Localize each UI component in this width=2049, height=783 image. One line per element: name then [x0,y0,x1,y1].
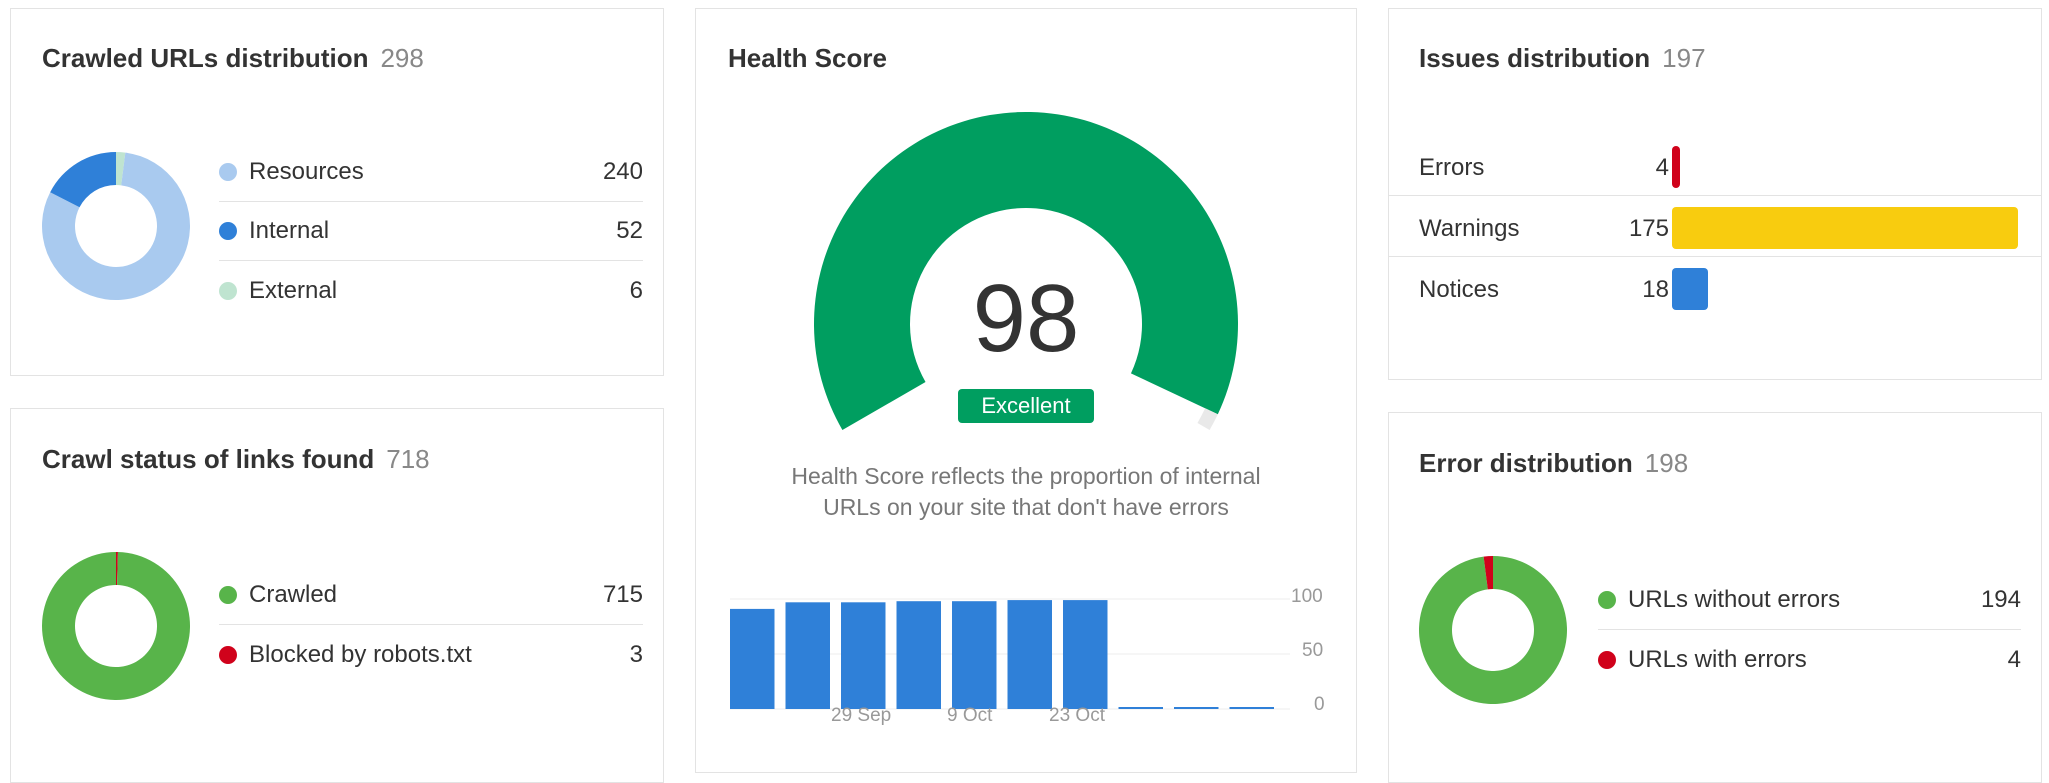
legend-value-internal: 52 [616,217,643,244]
issue-label-errors: Errors [1419,154,1485,181]
health-history-chart[interactable] [730,581,1296,711]
crawl-status-title: Crawl status of links found 718 [42,444,430,475]
y-tick-0: 0 [1314,694,1325,715]
legend-label-with-errors: URLs with errors [1628,645,1807,673]
crawled-urls-title: Crawled URLs distribution 298 [42,43,424,74]
issue-value-errors: 4 [1655,154,1669,181]
legend-value-external: 6 [629,276,643,304]
crawled-urls-card: Crawled URLs distribution 298 Resources 2… [10,8,664,376]
issues-title: Issues distribution 197 [1419,43,1706,74]
warnings-bar[interactable] [1672,207,2018,249]
crawl-status-donut[interactable] [42,552,190,700]
history-bar-3[interactable] [896,601,942,709]
legend-row-crawled[interactable]: Crawled 715 [219,566,643,625]
history-bar-4[interactable] [952,601,997,709]
blocked-dot-icon [219,645,237,664]
x-label-23-oct: 23 Oct [1049,705,1105,726]
health-score-description: Health Score reflects the proportion of … [696,461,1356,523]
legend-value-resources: 240 [602,158,643,185]
history-bar-2[interactable] [841,602,886,709]
legend-row-blocked[interactable]: Blocked by robots.txt 3 [219,625,643,684]
legend-row-with-errors[interactable]: URLs with errors 4 [1598,630,2021,689]
crawled-urls-title-text: Crawled URLs distribution [42,43,369,73]
history-bar-1[interactable] [785,602,831,709]
legend-label-without-errors: URLs without errors [1628,586,1841,613]
legend-row-internal[interactable]: Internal 52 [219,202,643,261]
crawled-urls-donut[interactable] [42,152,190,300]
legend-label-blocked: Blocked by robots.txt [249,640,472,668]
history-bar-8[interactable] [1174,707,1219,709]
internal-dot-icon [219,222,237,240]
legend-value-with-errors: 4 [2007,645,2021,673]
legend-label-crawled: Crawled [249,581,338,608]
x-label-9-oct: 9 Oct [947,705,993,726]
resources-dot-icon [219,163,237,181]
crawl-status-title-text: Crawl status of links found [42,444,375,474]
legend-label-internal: Internal [249,217,330,244]
issue-row-notices[interactable]: Notices 18 [1389,258,2041,318]
legend-row-external[interactable]: External 6 [219,261,643,320]
history-bar-5[interactable] [1007,600,1053,709]
with-errors-dot-icon [1598,650,1616,669]
issues-title-text: Issues distribution [1419,43,1651,73]
error-distribution-title-text: Error distribution [1419,448,1633,478]
legend-value-blocked: 3 [629,640,643,668]
issue-label-warnings: Warnings [1419,215,1520,242]
history-bar-9[interactable] [1229,707,1275,709]
crawled-dot-icon [219,586,237,604]
external-dot-icon [219,281,237,300]
issues-count[interactable]: 197 [1662,43,1705,73]
errors-bar[interactable] [1672,146,1680,188]
issue-value-warnings: 175 [1628,215,1669,242]
x-label-29-sep: 29 Sep [831,705,892,726]
crawled-urls-count[interactable]: 298 [380,43,423,73]
legend-value-crawled: 715 [602,581,643,608]
error-distribution-card: Error distribution 198 URLs without error… [1388,412,2042,783]
y-tick-50: 50 [1302,640,1324,661]
error-distribution-title: Error distribution 198 [1419,448,1688,479]
y-tick-100: 100 [1291,586,1323,607]
health-score-title: Health Score [728,43,887,73]
issue-row-warnings[interactable]: Warnings 175 [1389,197,2041,257]
health-score-value: 98 [972,265,1080,372]
crawl-status-card: Crawl status of links found 718 Crawled 7… [10,408,664,783]
history-bar-6[interactable] [1063,600,1108,709]
legend-value-without-errors: 194 [1980,586,2021,613]
issue-row-errors[interactable]: Errors 4 [1389,136,2041,196]
legend-row-without-errors[interactable]: URLs without errors 194 [1598,571,2021,630]
legend-label-external: External [249,276,338,304]
issue-label-notices: Notices [1419,276,1500,303]
issues-card: Issues distribution 197 Errors 4 Warnings… [1388,8,2042,380]
legend-row-resources[interactable]: Resources 240 [219,143,643,202]
health-score-card: Health Score 98 Excellent Health Score r… [695,8,1357,773]
health-description-line-2: URLs on your site that don't have errors [823,494,1229,520]
health-description-line-1: Health Score reflects the proportion of … [791,463,1261,489]
error-distribution-donut[interactable] [1419,556,1567,704]
health-score-badge: Excellent [958,389,1094,423]
history-bar-0[interactable] [730,608,775,709]
crawl-status-count[interactable]: 718 [386,444,429,474]
legend-label-resources: Resources [249,158,364,185]
without-errors-dot-icon [1598,591,1616,609]
history-bar-7[interactable] [1118,707,1164,709]
crawl-status-slice-1[interactable] [42,552,190,700]
notices-bar[interactable] [1672,268,1708,310]
issue-value-notices: 18 [1642,276,1669,303]
error-distribution-count[interactable]: 198 [1645,448,1688,478]
